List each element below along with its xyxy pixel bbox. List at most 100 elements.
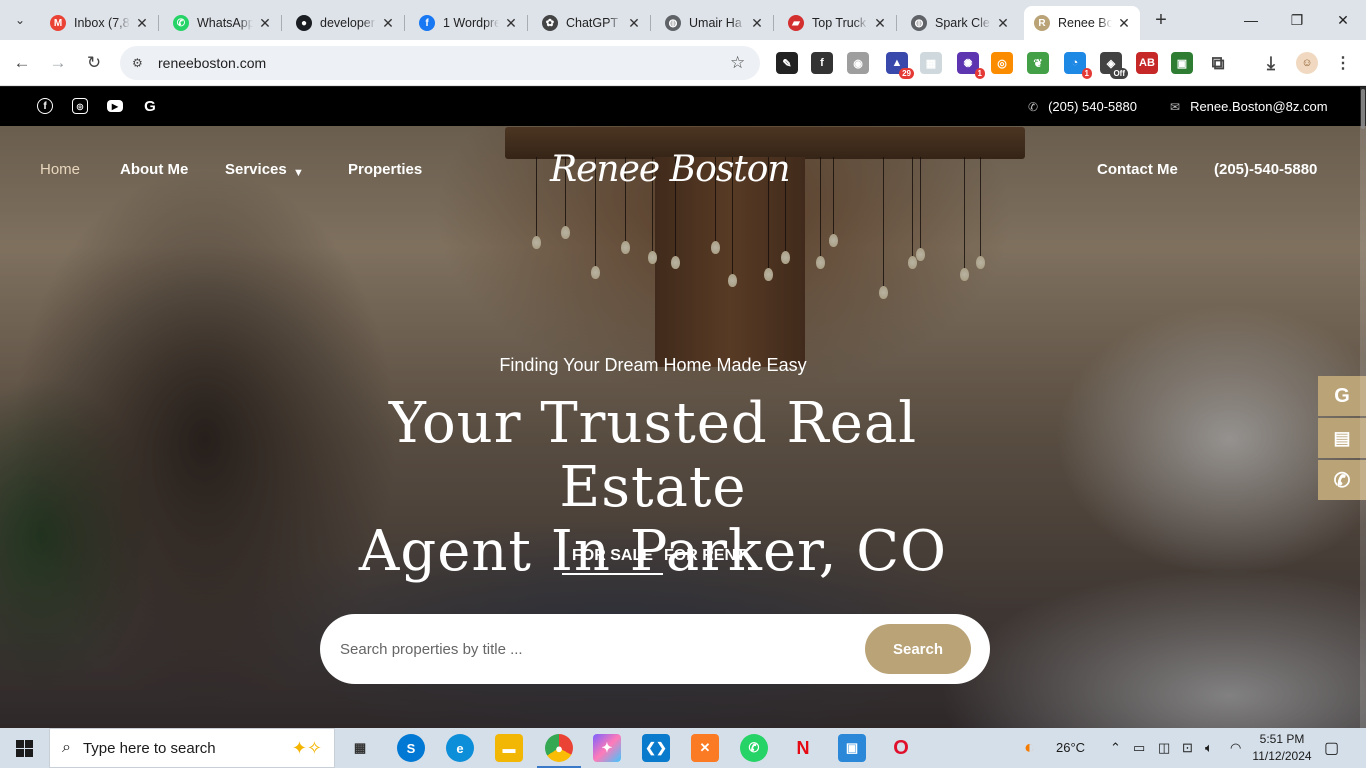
back-arrow-icon[interactable]: ← xyxy=(10,51,34,75)
clipboard-icon[interactable]: ▤ xyxy=(1318,418,1366,458)
close-tab-icon[interactable]: ✕ xyxy=(1116,15,1132,32)
tab-for-sale[interactable]: FOR SALE xyxy=(562,547,663,575)
browser-tab[interactable]: ✿ ChatGPT ✕ xyxy=(532,6,651,40)
nav-home[interactable]: Home xyxy=(40,161,80,179)
browser-tab[interactable]: ◍ Spark Cle ✕ xyxy=(901,6,1019,40)
extension-badge: Off xyxy=(1110,68,1128,79)
camera-icon[interactable]: ◉ xyxy=(847,52,869,74)
renee-boston-icon: R xyxy=(1034,15,1050,31)
kebab-menu-icon[interactable]: ⋮ xyxy=(1332,52,1354,74)
system-clock[interactable]: 5:51 PM 11/12/2024 xyxy=(1252,731,1312,765)
forward-arrow-icon[interactable]: → xyxy=(46,51,70,75)
task-view-icon[interactable]: ▦ xyxy=(346,734,374,762)
nav-services[interactable]: Services xyxy=(225,161,287,179)
phone-icon[interactable]: ✆ xyxy=(1318,460,1366,500)
whatsapp-icon[interactable]: ✆ xyxy=(740,734,768,762)
top-email[interactable]: ✉ Renee.Boston@8z.com xyxy=(1170,99,1328,114)
facebook-icon: f xyxy=(419,15,435,31)
store-icon[interactable]: ▣ xyxy=(838,734,866,762)
close-tab-icon[interactable]: ✕ xyxy=(380,15,396,32)
download-icon[interactable]: ⤓ xyxy=(1260,52,1282,74)
skype-icon[interactable]: S xyxy=(397,734,425,762)
hero-headline: Your Trusted Real Estate Agent In Parker… xyxy=(300,392,1006,584)
browser-tab-active[interactable]: R Renee Bo ✕ xyxy=(1024,6,1140,40)
windows-start-icon[interactable] xyxy=(0,728,48,768)
nav-contact[interactable]: Contact Me xyxy=(1097,161,1178,179)
browser-tab[interactable]: ◍ Umair Ha ✕ xyxy=(655,6,774,40)
chevron-up-icon[interactable]: ⌃ xyxy=(1110,740,1121,756)
font-icon[interactable]: f xyxy=(811,52,833,74)
android-icon[interactable]: ▣ xyxy=(1171,52,1193,74)
chrome-icon[interactable]: ● xyxy=(537,734,581,768)
site-logo[interactable]: Renee Boston xyxy=(550,149,791,190)
browser-tab[interactable]: ● developer ✕ xyxy=(286,6,405,40)
volume-icon[interactable]: 🔈︎ xyxy=(1205,740,1213,756)
browser-tab[interactable]: ✆ WhatsApp ✕ xyxy=(163,6,282,40)
cursor-icon[interactable]: ◔ 1 xyxy=(1064,52,1092,79)
wifi-icon[interactable]: ◠ xyxy=(1230,740,1241,756)
netflix-icon[interactable]: N xyxy=(789,734,817,762)
truck-icon: ▰ xyxy=(788,15,804,31)
mortarboard-icon[interactable]: ▲ 29 xyxy=(886,52,914,79)
close-tab-icon[interactable]: ✕ xyxy=(257,15,273,32)
page-scrollbar[interactable] xyxy=(1360,87,1366,728)
address-bar[interactable]: ⚙ reneeboston.com ☆ xyxy=(120,46,760,80)
url-text[interactable]: reneeboston.com xyxy=(158,55,730,71)
tab-search-chevron-icon[interactable]: ⌄ xyxy=(8,8,32,32)
copilot-icon[interactable]: ✦ xyxy=(593,734,621,762)
close-tab-icon[interactable]: ✕ xyxy=(749,15,765,32)
close-tab-icon[interactable]: ✕ xyxy=(872,15,888,32)
nav-properties[interactable]: Properties xyxy=(348,161,422,179)
off-icon[interactable]: ◈ Off xyxy=(1100,52,1128,79)
close-tab-icon[interactable]: ✕ xyxy=(995,15,1011,32)
search-button[interactable]: Search xyxy=(865,624,971,674)
google-icon[interactable]: G xyxy=(1318,376,1366,416)
top-phone[interactable]: ✆ (205) 540-5880 xyxy=(1028,99,1137,114)
reload-icon[interactable]: ↻ xyxy=(82,51,106,75)
meet-icon[interactable]: ◫ xyxy=(1158,740,1170,756)
weather-icon[interactable]: ◐ xyxy=(1024,737,1035,758)
property-search-input[interactable] xyxy=(340,632,860,666)
leaf-icon[interactable]: ❦ xyxy=(1027,52,1049,74)
tab-for-rent[interactable]: FOR RENT xyxy=(664,547,746,565)
notification-icon[interactable]: ▢ xyxy=(1324,738,1339,758)
xampp-icon[interactable]: ✕ xyxy=(691,734,719,762)
eyedropper-icon[interactable]: ✎ xyxy=(776,52,798,74)
browser-tab[interactable]: M Inbox (7,8 ✕ xyxy=(40,6,159,40)
box-icon[interactable]: ◎ xyxy=(991,52,1013,74)
site-info-icon[interactable]: ⚙ xyxy=(132,56,150,70)
profile-avatar-icon[interactable]: ☺ xyxy=(1296,52,1318,74)
sparkle-icon: ✦✧ xyxy=(291,738,322,758)
adblock-icon[interactable]: AB xyxy=(1136,52,1158,74)
clock-time: 5:51 PM xyxy=(1259,732,1305,746)
opera-icon[interactable]: O xyxy=(887,734,915,762)
vscode-icon[interactable]: ❮❯ xyxy=(642,734,670,762)
grid-icon[interactable]: ▦ xyxy=(920,52,942,74)
edge-icon[interactable]: e xyxy=(446,734,474,762)
browser-tab[interactable]: ▰ Top Truck ✕ xyxy=(778,6,897,40)
close-tab-icon[interactable]: ✕ xyxy=(134,15,150,32)
puzzle-icon[interactable]: ⧉ xyxy=(1207,52,1229,74)
nav-about[interactable]: About Me xyxy=(120,161,188,179)
chevron-down-icon[interactable]: ▼ xyxy=(293,164,304,182)
minimize-icon[interactable]: — xyxy=(1228,0,1274,40)
restore-icon[interactable]: ❐ xyxy=(1274,0,1320,40)
bookmark-star-icon[interactable]: ☆ xyxy=(730,53,760,73)
close-window-icon[interactable]: ✕ xyxy=(1320,0,1366,40)
weather-temp[interactable]: 26°C xyxy=(1056,740,1085,755)
close-tab-icon[interactable]: ✕ xyxy=(503,15,519,32)
nav-phone[interactable]: (205)-540-5880 xyxy=(1214,161,1317,179)
new-tab-plus-icon[interactable]: + xyxy=(1150,9,1172,31)
instagram-icon[interactable]: ◎ xyxy=(72,98,88,114)
facebook-icon[interactable]: f xyxy=(37,98,53,114)
hero-eyebrow: Finding Your Dream Home Made Easy xyxy=(499,355,807,375)
youtube-icon[interactable]: ▶ xyxy=(107,100,123,112)
taskbar-search-box[interactable]: ⌕ Type here to search ✦✧ xyxy=(49,728,335,768)
close-tab-icon[interactable]: ✕ xyxy=(626,15,642,32)
battery-icon[interactable]: ▭ xyxy=(1133,740,1145,756)
browser-tab[interactable]: f 1 Wordpre ✕ xyxy=(409,6,528,40)
screen-icon[interactable]: ⊡ xyxy=(1182,740,1193,756)
file-explorer-icon[interactable]: ▬ xyxy=(495,734,523,762)
google-icon[interactable]: G xyxy=(142,98,158,115)
color-wheel-icon[interactable]: ✺ 1 xyxy=(957,52,985,79)
